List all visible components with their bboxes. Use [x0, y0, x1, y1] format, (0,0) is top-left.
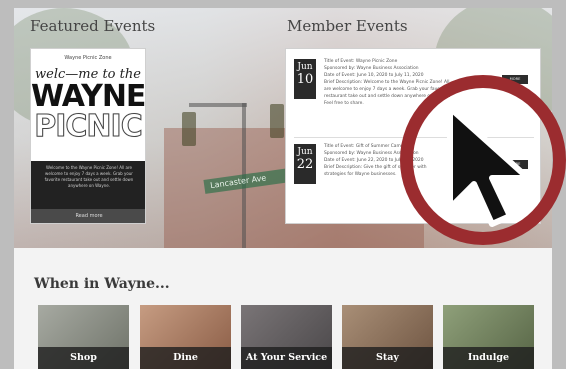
event-detail-line: Title of Event: Wayne Picnic Zone: [324, 59, 398, 64]
event-date-badge: Jun 22: [294, 144, 316, 184]
event-day: 10: [296, 72, 314, 87]
category-tile-dine[interactable]: Dine: [140, 305, 231, 369]
category-tile-indulge[interactable]: Indulge: [443, 305, 534, 369]
tile-label: Stay: [342, 347, 433, 369]
poster-wayne-word: WAYNE: [31, 79, 146, 114]
when-in-wayne-title: When in Wayne...: [34, 276, 170, 292]
traffic-signal: [182, 112, 196, 146]
traffic-signal: [270, 104, 284, 138]
tile-label: Indulge: [443, 347, 534, 369]
signal-arm: [189, 103, 247, 107]
event-month: Jun: [297, 62, 313, 72]
tile-label: Dine: [140, 347, 231, 369]
poster-picnic-word: PICNIC: [34, 109, 143, 144]
poster-read-more-link[interactable]: Read more: [31, 209, 145, 223]
tile-label: At Your Service: [241, 347, 332, 369]
poster-blurb: Welcome to the Wayne Picnic Zone! All ar…: [31, 161, 145, 211]
event-day: 22: [296, 157, 314, 172]
featured-event-poster[interactable]: Wayne Picnic Zone welc—me to the WAYNE P…: [30, 48, 146, 224]
tile-label: Shop: [38, 347, 129, 369]
category-tile-shop[interactable]: Shop: [38, 305, 129, 369]
event-detail-line: Sponsored by: Wayne Business Association: [324, 66, 419, 71]
category-tile-at-your-service[interactable]: At Your Service: [241, 305, 332, 369]
event-date-badge: Jun 10: [294, 59, 316, 99]
member-events-title: Member Events: [287, 17, 408, 35]
category-tile-stay[interactable]: Stay: [342, 305, 433, 369]
poster-small-heading: Wayne Picnic Zone: [64, 55, 112, 61]
arrow-cursor-icon: [447, 105, 531, 227]
event-month: Jun: [297, 147, 313, 157]
featured-events-title: Featured Events: [30, 17, 156, 35]
